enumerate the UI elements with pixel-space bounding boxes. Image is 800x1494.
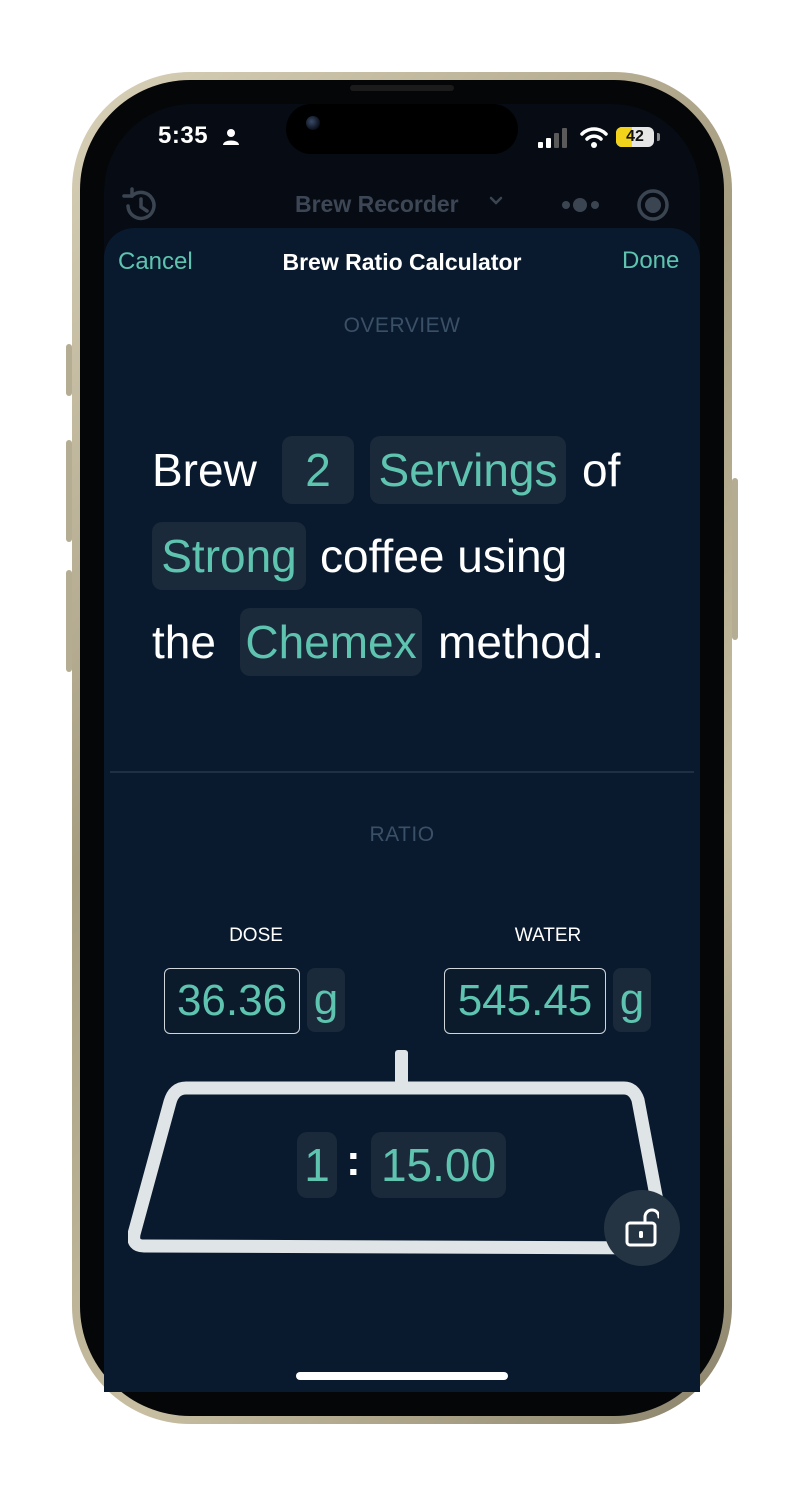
- word-method: method.: [438, 616, 605, 668]
- word-the: the: [152, 616, 216, 668]
- dose-unit-chip[interactable]: g: [307, 968, 345, 1032]
- method-chip[interactable]: Chemex: [240, 608, 422, 676]
- battery-indicator: 42: [616, 127, 660, 147]
- cellular-signal-icon: [538, 128, 567, 148]
- history-icon: [122, 187, 156, 221]
- volume-down-button: [66, 570, 72, 672]
- overview-section-label: OVERVIEW: [343, 314, 461, 337]
- water-label: WATER: [514, 925, 582, 946]
- status-time: 5:35: [158, 122, 209, 149]
- done-button[interactable]: Done: [622, 247, 679, 275]
- word-of: of: [582, 444, 621, 496]
- chevron-down-icon: [489, 196, 503, 205]
- dose-input[interactable]: 36.36: [164, 968, 300, 1034]
- dynamic-island: [286, 104, 518, 154]
- ratio-left-chip[interactable]: 1: [297, 1132, 337, 1198]
- action-button: [66, 344, 72, 396]
- sheet-title: Brew Ratio Calculator: [282, 249, 522, 275]
- dose-label: DOSE: [229, 925, 283, 946]
- ratio-right-chip[interactable]: 15.00: [371, 1132, 506, 1198]
- section-divider: [110, 771, 694, 773]
- power-button: [732, 478, 738, 640]
- volume-up-button: [66, 440, 72, 542]
- home-indicator[interactable]: [296, 1372, 508, 1380]
- lock-toggle-button[interactable]: [604, 1190, 680, 1266]
- water-input[interactable]: 545.45: [444, 968, 606, 1034]
- word-coffee-using: coffee using: [320, 530, 568, 582]
- water-unit-chip[interactable]: g: [613, 968, 651, 1032]
- ratio-separator: :: [346, 1136, 361, 1185]
- strength-chip[interactable]: Strong: [152, 522, 306, 590]
- word-brew: Brew: [152, 444, 257, 496]
- earpiece-speaker: [350, 85, 454, 91]
- ratio-section-label: RATIO: [369, 823, 435, 846]
- camera-icon: [306, 116, 320, 130]
- servings-count-chip[interactable]: 2: [282, 436, 354, 504]
- unlock-icon: [625, 1208, 659, 1247]
- record-icon: [637, 189, 669, 221]
- dots-icon: [562, 198, 599, 212]
- wifi-icon: [580, 127, 608, 148]
- battery-level-text: 42: [626, 128, 644, 145]
- cancel-button[interactable]: Cancel: [118, 248, 193, 276]
- servings-unit-chip[interactable]: Servings: [370, 436, 566, 504]
- person-icon: [223, 129, 239, 145]
- background-app-title: Brew Recorder: [295, 191, 459, 217]
